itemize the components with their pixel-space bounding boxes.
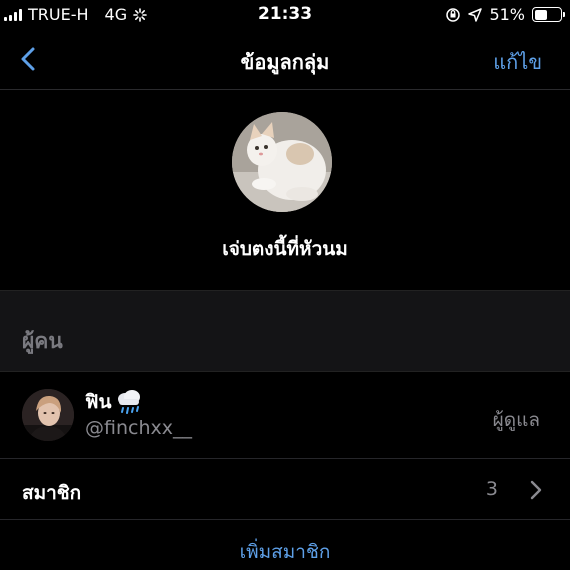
cat-photo [232,112,332,212]
page-title: ข้อมูลกลุ่ม [240,50,330,74]
section-title: ผู้คน [22,329,63,353]
status-right: 51% [445,5,565,24]
location-arrow-icon [468,7,483,22]
group-avatar[interactable] [232,112,332,212]
member-handle: @finchxx__ [85,417,192,439]
user-photo [22,389,74,441]
status-bar: TRUE-H 4G 21:33 51% [0,0,570,30]
admin-role-label: ผู้ดูแล [492,409,540,431]
group-profile: เจ่บตงนี้ที่หัวนม [0,90,570,290]
member-name: ฟิน [85,387,143,417]
add-member-button[interactable]: เพิ่มสมาชิก [0,537,570,567]
group-name: เจ่บตงนี้ที่หัวนม [222,238,348,260]
rain-cloud-emoji-icon [118,390,141,414]
edit-button[interactable]: แก้ไข [493,46,542,78]
member-name-text: ฟิน [85,391,112,413]
avatar [22,389,74,441]
battery-icon [532,7,565,22]
members-row[interactable]: สมาชิก 3 [0,460,570,520]
members-label: สมาชิก [22,482,82,504]
members-count: 3 [485,478,498,500]
chevron-right-icon [530,480,542,500]
orientation-lock-icon [446,7,461,22]
battery-percent: 51% [489,5,525,24]
battery-fill [534,9,548,20]
people-section-header: ผู้คน [0,290,570,372]
navigation-bar: ข้อมูลกลุ่ม แก้ไข [0,30,570,90]
member-row-admin[interactable]: ฟิน @finchxx__ ผู้ดูแล [0,373,570,459]
